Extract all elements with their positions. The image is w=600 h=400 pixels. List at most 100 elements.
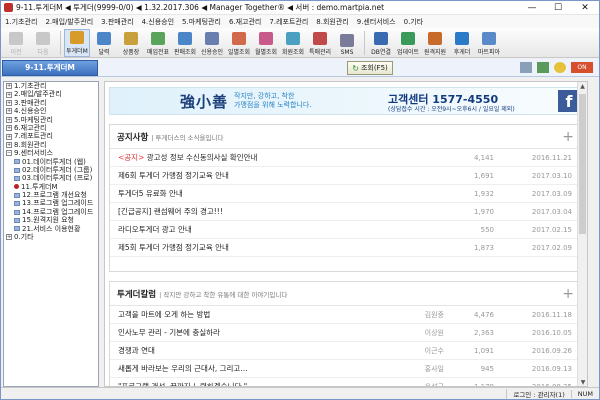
toolbar-button[interactable]: 신용승인	[199, 29, 225, 57]
notice-more-button[interactable]: +	[562, 129, 574, 145]
table-row[interactable]: <공지> 광고성 정보 수신동의사실 확인안내 4,141 2016.11.21	[110, 149, 580, 167]
banner: 強小善 작지만, 강하고, 착한 가맹점을 위해 노력합니다. 고객센터 157…	[109, 87, 583, 115]
expand-toggle-icon[interactable]: +	[6, 125, 12, 132]
page-icon	[14, 192, 20, 198]
expand-toggle-icon[interactable]: +	[6, 116, 12, 123]
expand-toggle-icon[interactable]: +	[6, 99, 12, 106]
martpia-icon	[482, 31, 496, 45]
expand-toggle-icon[interactable]: +	[6, 83, 12, 90]
sub-toolbar: 9-11.투게더M ↻ 조회(F5) ON	[1, 59, 599, 77]
toolbar-button[interactable]: 매입전표	[145, 29, 171, 57]
scroll-down-icon[interactable]: ▼	[578, 378, 587, 386]
menu-item[interactable]: 9.센터서비스	[357, 17, 396, 27]
toolbar-button[interactable]: 업데이트	[395, 29, 421, 57]
toolbar-button[interactable]: SMS	[334, 29, 360, 57]
status-bar: 로그인 : 관리자(1) NUM	[1, 387, 599, 399]
toolbar-button[interactable]: 원격지원	[422, 29, 448, 57]
column-more-button[interactable]: +	[562, 286, 574, 302]
minimize-button[interactable]: —	[519, 1, 545, 15]
toolbar-button[interactable]: 후게더	[449, 29, 475, 57]
toolbar-button[interactable]: 마트피아	[476, 29, 502, 57]
table-row[interactable]: 새롭게 바라보는 우리의 근대사, 그리고... 홍사일 945 2016.09.13	[110, 360, 580, 378]
view-count: 1,970	[473, 207, 494, 216]
expand-toggle-icon[interactable]: −	[6, 150, 12, 157]
tree-item[interactable]: −9.센터서비스	[4, 149, 98, 157]
table-row[interactable]: 제5회 투게더 가맹점 정기교육 안내 1,873 2017.02.09	[110, 239, 580, 257]
tree-item[interactable]: +5.마케팅관리	[4, 116, 98, 124]
toolbar-button[interactable]: 상품장	[118, 29, 144, 57]
current-tab[interactable]: 9-11.투게더M	[2, 59, 98, 76]
tree-item[interactable]: 21.서비스 이용현황	[4, 225, 98, 233]
notice-subtitle: | 투게더스의 소식을입니다	[151, 133, 224, 142]
menu-item[interactable]: 5.마케팅관리	[182, 17, 221, 27]
print-icon[interactable]	[520, 62, 532, 73]
brand-logo: 強小善	[180, 92, 229, 111]
table-row[interactable]: 투게더5 유료화 안내 1,932 2017.03.09	[110, 185, 580, 203]
expand-toggle-icon[interactable]: +	[6, 234, 12, 241]
toolbar-button[interactable]: 다음	[30, 29, 56, 57]
tree-item[interactable]: 11.투게더M	[4, 183, 98, 191]
tree-item[interactable]: +3.판매관리	[4, 99, 98, 107]
close-button[interactable]: ✕	[571, 1, 599, 15]
menu-item[interactable]: 2.매입/발주관리	[45, 17, 93, 27]
expand-toggle-icon[interactable]: +	[6, 91, 12, 98]
vertical-scrollbar[interactable]: ▲ ▼	[577, 82, 587, 386]
menu-item[interactable]: 0.기타	[404, 17, 424, 27]
member-query-icon	[286, 31, 300, 45]
page-icon	[14, 175, 20, 181]
table-row[interactable]: 라디오투게더 광고 안내 550 2017.02.15	[110, 221, 580, 239]
maximize-button[interactable]: ☐	[545, 1, 571, 15]
toolbar-button[interactable]: 이전	[3, 29, 29, 57]
toolbar-button[interactable]: 회원조회	[280, 29, 306, 57]
lightbulb-icon[interactable]	[554, 62, 566, 73]
toolbar-button[interactable]: 월별조회	[253, 29, 279, 57]
scroll-thumb[interactable]	[579, 94, 586, 234]
toolbar-button[interactable]: 일별조회	[226, 29, 252, 57]
table-row[interactable]: 인사노무 관리 - 기본에 충실하라 이상원 2,363 2016.10.05	[110, 324, 580, 342]
toolbar-button[interactable]: DB연결	[368, 29, 394, 57]
tree-item-label: 9.센터서비스	[14, 149, 53, 158]
tree-item[interactable]: 03.데이터투게더 (프로)	[4, 174, 98, 182]
menu-item[interactable]: 3.판매관리	[101, 17, 133, 27]
tree-item[interactable]: +0.기타	[4, 233, 98, 241]
tree-item-label: 14.프로그램 업그레이드	[22, 207, 94, 216]
tree-item[interactable]: 01.데이터투게더 (웹)	[4, 158, 98, 166]
credit-card-icon	[205, 31, 219, 45]
tree-item[interactable]: 15.원격지원 요청	[4, 216, 98, 224]
column-panel: 투게더칼럼 | 작지만 강하고 착한 유통에 대한 이야기입니다 + 고객을 마…	[109, 281, 581, 386]
main-content: 強小善 작지만, 강하고, 착한 가맹점을 위해 노력합니다. 고객센터 157…	[104, 81, 588, 387]
toolbar: 이전 다음 투게더M 달력 상품장 매입전표 판매조회 신용승인 일별조회 월별조회 회원조회 특매관…	[1, 28, 599, 58]
table-row[interactable]: 고객을 마트에 오게 하는 방법 김원중 4,476 2016.11.18	[110, 306, 580, 324]
menu-item[interactable]: 6.재고관리	[229, 17, 261, 27]
page-icon	[14, 217, 20, 223]
scroll-up-icon[interactable]: ▲	[578, 82, 587, 92]
expand-toggle-icon[interactable]: +	[6, 108, 12, 115]
table-row[interactable]: 제6회 투게더 가맹점 정기교육 안내 1,691 2017.03.10	[110, 167, 580, 185]
tree-item[interactable]: 14.프로그램 업그레이드	[4, 208, 98, 216]
tree-item[interactable]: +4.신용승인	[4, 107, 98, 115]
search-button[interactable]: ↻ 조회(F5)	[347, 61, 393, 75]
status-toggle[interactable]: ON	[571, 62, 593, 73]
menu-item[interactable]: 1.기초관리	[5, 17, 37, 27]
menu-item[interactable]: 4.신용승인	[142, 17, 174, 27]
expand-toggle-icon[interactable]: +	[6, 133, 12, 140]
tree-item[interactable]: +7.레포트관리	[4, 132, 98, 140]
window-title: 9-11.투게더M ◀ 투게더(9999-0/0) ◀ 1.32.2017.30…	[16, 3, 385, 12]
table-row[interactable]: [긴급공지] 랜섬웨어 주의 경고!!! 1,970 2017.03.04	[110, 203, 580, 221]
table-row[interactable]: "프로그램 개선, 끝까지 노력하겠습니다." 윤석근 1,179 2016.08.2…	[110, 378, 580, 386]
menu-item[interactable]: 8.회원관리	[316, 17, 348, 27]
tree-item[interactable]: 13.프로그램 업그레이드	[4, 199, 98, 207]
menu-item[interactable]: 7.레포트관리	[269, 17, 308, 27]
excel-icon[interactable]	[537, 62, 549, 73]
toolbar-button[interactable]: 투게더M	[64, 28, 90, 57]
table-row[interactable]: 경쟁과 연대 이근수 1,091 2016.09.26	[110, 342, 580, 360]
toolbar-button[interactable]: 판매조회	[172, 29, 198, 57]
contact-hours: (상담접수 시간 : 오전9시~오후6시 / 일요일 제외)	[388, 106, 515, 113]
toolbar-button[interactable]: 특매관리	[307, 29, 333, 57]
tree-item[interactable]: +8.회원관리	[4, 141, 98, 149]
toolbar-button[interactable]: 달력	[91, 29, 117, 57]
together-m-icon	[70, 30, 84, 44]
tree-item[interactable]: +2.매입/발주관리	[4, 90, 98, 98]
toolbar-button-label: 원격지원	[423, 48, 447, 56]
expand-toggle-icon[interactable]: +	[6, 141, 12, 148]
